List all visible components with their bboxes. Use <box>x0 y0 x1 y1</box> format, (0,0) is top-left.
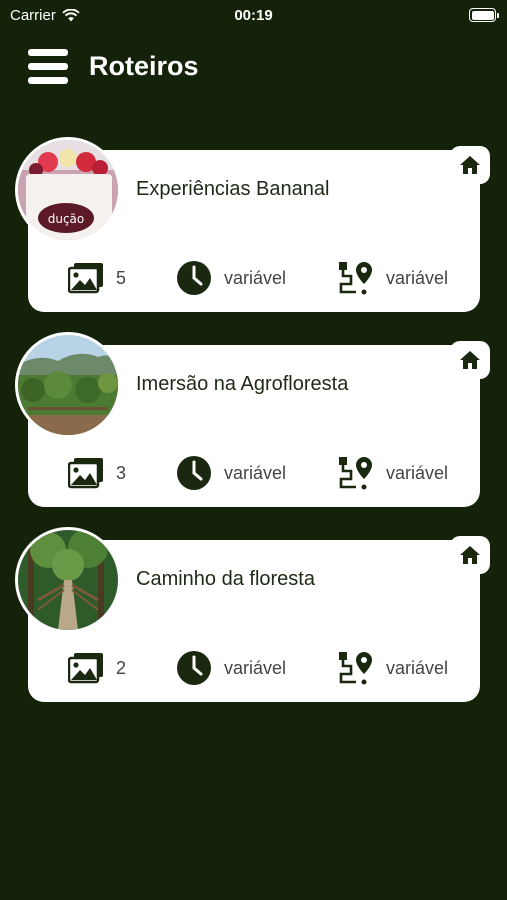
route-thumbnail <box>15 527 121 633</box>
home-icon[interactable] <box>450 341 490 379</box>
route-thumbnail <box>15 332 121 438</box>
route-distance: variável <box>336 453 448 493</box>
route-duration: variável <box>176 258 286 298</box>
svg-text:dução: dução <box>48 212 85 226</box>
route-pin-icon <box>339 457 372 490</box>
duration-value: variável <box>224 267 287 288</box>
route-title: Imersão na Agrofloresta <box>136 373 349 395</box>
photos-count: 5 <box>68 258 126 298</box>
photos-count: 3 <box>68 453 126 493</box>
home-icon[interactable] <box>450 536 490 574</box>
route-card[interactable]: dução Experiências Bananal 5 variável va… <box>15 137 490 312</box>
route-title: Experiências Bananal <box>136 178 330 200</box>
distance-value: variável <box>386 462 449 483</box>
clock-icon <box>177 456 211 490</box>
photos-count-value: 5 <box>116 267 127 288</box>
route-distance: variável <box>336 648 448 688</box>
distance-value: variável <box>386 657 449 678</box>
duration-value: variável <box>224 462 287 483</box>
clock-icon <box>177 651 211 685</box>
photos-count-value: 2 <box>116 657 127 678</box>
route-card[interactable]: Caminho da floresta 2 variável variável <box>15 527 490 702</box>
nav-bar: Roteiros <box>0 44 507 90</box>
route-distance: variável <box>336 258 448 298</box>
clock-icon <box>177 261 211 295</box>
route-duration: variável <box>176 648 286 688</box>
route-thumbnail: dução <box>15 137 121 243</box>
route-card[interactable]: Imersão na Agrofloresta 3 variável variá… <box>15 332 490 507</box>
duration-value: variável <box>224 657 287 678</box>
distance-value: variável <box>386 267 449 288</box>
route-pin-icon <box>339 262 372 295</box>
home-icon[interactable] <box>450 146 490 184</box>
photos-count-value: 3 <box>116 462 127 483</box>
status-time: 00:19 <box>234 7 273 24</box>
battery-icon <box>469 8 499 22</box>
route-pin-icon <box>339 652 372 685</box>
page-title: Roteiros <box>89 51 199 81</box>
hamburger-icon[interactable] <box>28 49 68 85</box>
image-gallery-icon <box>68 653 103 684</box>
status-bar: Carrier 00:19 <box>0 0 507 32</box>
image-gallery-icon <box>68 458 103 489</box>
photos-count: 2 <box>68 648 126 688</box>
route-duration: variável <box>176 453 286 493</box>
image-gallery-icon <box>68 263 103 294</box>
route-title: Caminho da floresta <box>136 568 315 590</box>
